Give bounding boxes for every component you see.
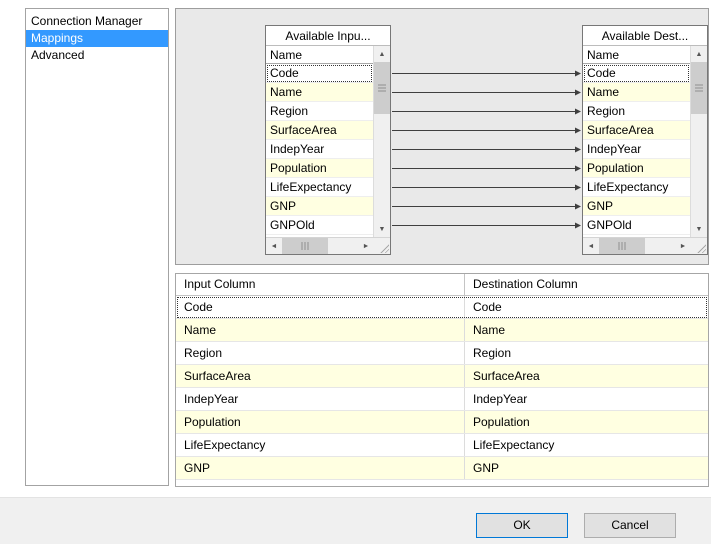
input-vscroll-track[interactable] <box>374 114 390 221</box>
resize-grip-icon <box>374 238 390 254</box>
destination-column-cell[interactable]: GNP <box>465 457 708 479</box>
available-destination-columns-box: Available Dest... Name CodeNameRegionSur… <box>582 25 708 255</box>
sidebar-item-advanced[interactable]: Advanced <box>26 47 168 64</box>
input-column-row[interactable]: IndepYear <box>266 140 373 159</box>
input-column-row[interactable]: SurfaceArea <box>266 121 373 140</box>
input-column-cell[interactable]: GNP <box>176 457 465 479</box>
resize-grip-icon <box>691 238 707 254</box>
scroll-left-icon[interactable]: ◄ <box>266 238 282 254</box>
available-destination-columns-title: Available Dest... <box>583 26 707 46</box>
input-column-row[interactable]: Region <box>266 102 373 121</box>
scroll-left-icon[interactable]: ◄ <box>583 238 599 254</box>
destination-column-cell[interactable]: Code <box>465 296 708 318</box>
destination-column-cell[interactable]: IndepYear <box>465 388 708 410</box>
scroll-up-icon[interactable]: ▲ <box>691 46 707 62</box>
destination-vscroll-track[interactable] <box>691 114 707 221</box>
mapping-row: CodeCode <box>176 296 708 319</box>
destination-columns-list: CodeNameRegionSurfaceAreaIndepYearPopula… <box>583 64 690 235</box>
scroll-right-icon[interactable]: ► <box>358 238 374 254</box>
destination-hscroll-thumb[interactable] <box>599 238 645 254</box>
mapping-table-header: Input Column Destination Column <box>176 274 708 296</box>
destination-column-row[interactable]: Name <box>583 83 690 102</box>
destination-column-cell[interactable]: LifeExpectancy <box>465 434 708 456</box>
input-horizontal-scrollbar[interactable]: ◄ ► <box>266 237 390 254</box>
mapping-line-arrowhead-icon <box>575 185 581 191</box>
destination-vscroll-thumb[interactable] <box>691 62 707 114</box>
scroll-down-icon[interactable]: ▼ <box>374 221 390 237</box>
destination-column-cell[interactable]: SurfaceArea <box>465 365 708 387</box>
destination-vertical-scrollbar[interactable]: ▲ ▼ <box>690 46 707 237</box>
settings-nav: Connection ManagerMappingsAdvanced <box>25 8 169 486</box>
destination-column-cell[interactable]: Name <box>465 319 708 341</box>
mapping-line-arrowhead-icon <box>575 128 581 134</box>
destination-column-row[interactable]: IndepYear <box>583 140 690 159</box>
mapping-line-arrowhead-icon <box>575 147 581 153</box>
scroll-down-icon[interactable]: ▼ <box>691 221 707 237</box>
destination-column-row[interactable]: Region <box>583 102 690 121</box>
input-column-cell[interactable]: LifeExpectancy <box>176 434 465 456</box>
input-hscroll-thumb[interactable] <box>282 238 328 254</box>
mapping-connectors <box>391 9 582 264</box>
input-column-row[interactable]: Code <box>266 64 373 83</box>
input-column-row[interactable]: LifeExpectancy <box>266 178 373 197</box>
input-column-row[interactable]: GNPOld <box>266 216 373 235</box>
input-name-column-header[interactable]: Name <box>266 46 373 64</box>
sidebar-item-mappings[interactable]: Mappings <box>26 30 168 47</box>
input-column-row[interactable]: Name <box>266 83 373 102</box>
mapping-line-arrowhead-icon <box>575 166 581 172</box>
mapping-table: Input Column Destination Column CodeCode… <box>175 273 709 487</box>
mapping-diagram: Available Inpu... Name CodeNameRegionSur… <box>175 8 709 265</box>
input-column-cell[interactable]: Region <box>176 342 465 364</box>
mapping-table-body: CodeCodeNameNameRegionRegionSurfaceAreaS… <box>176 296 708 480</box>
scroll-up-icon[interactable]: ▲ <box>374 46 390 62</box>
destination-column-cell[interactable]: Population <box>465 411 708 433</box>
input-vertical-scrollbar[interactable]: ▲ ▼ <box>373 46 390 237</box>
input-column-row[interactable]: Population <box>266 159 373 178</box>
cancel-button[interactable]: Cancel <box>584 513 676 538</box>
input-column-cell[interactable]: Population <box>176 411 465 433</box>
input-column-cell[interactable]: IndepYear <box>176 388 465 410</box>
mapping-row: RegionRegion <box>176 342 708 365</box>
destination-column-cell[interactable]: Region <box>465 342 708 364</box>
destination-name-column-header[interactable]: Name <box>583 46 690 64</box>
destination-column-row[interactable]: LifeExpectancy <box>583 178 690 197</box>
mapping-line-arrowhead-icon <box>575 204 581 210</box>
mapping-line-arrowhead-icon <box>575 90 581 96</box>
input-hscroll-track[interactable] <box>328 238 358 254</box>
input-vscroll-thumb[interactable] <box>374 62 390 114</box>
mapping-line-arrowhead-icon <box>575 71 581 77</box>
input-column-cell[interactable]: Code <box>176 296 465 318</box>
input-column-row[interactable]: GNP <box>266 197 373 216</box>
destination-hscroll-track[interactable] <box>645 238 675 254</box>
sidebar-item-connection-manager[interactable]: Connection Manager <box>26 13 168 30</box>
dialog-footer: OK Cancel <box>0 497 711 544</box>
destination-column-row[interactable]: Code <box>583 64 690 83</box>
available-input-columns-box: Available Inpu... Name CodeNameRegionSur… <box>265 25 391 255</box>
mapping-row: IndepYearIndepYear <box>176 388 708 411</box>
destination-column-header[interactable]: Destination Column <box>465 274 708 295</box>
destination-column-row[interactable]: Population <box>583 159 690 178</box>
mapping-row: SurfaceAreaSurfaceArea <box>176 365 708 388</box>
mapping-row: LifeExpectancyLifeExpectancy <box>176 434 708 457</box>
destination-column-row[interactable]: GNP <box>583 197 690 216</box>
ok-button[interactable]: OK <box>476 513 568 538</box>
destination-column-row[interactable]: SurfaceArea <box>583 121 690 140</box>
mapping-row: NameName <box>176 319 708 342</box>
destination-horizontal-scrollbar[interactable]: ◄ ► <box>583 237 707 254</box>
input-column-header[interactable]: Input Column <box>176 274 465 295</box>
scroll-right-icon[interactable]: ► <box>675 238 691 254</box>
available-input-columns-title: Available Inpu... <box>266 26 390 46</box>
mapping-row: PopulationPopulation <box>176 411 708 434</box>
destination-column-row[interactable]: GNPOld <box>583 216 690 235</box>
mapping-row: GNPGNP <box>176 457 708 480</box>
input-column-cell[interactable]: SurfaceArea <box>176 365 465 387</box>
mapping-line-arrowhead-icon <box>575 223 581 229</box>
input-column-cell[interactable]: Name <box>176 319 465 341</box>
input-columns-list: CodeNameRegionSurfaceAreaIndepYearPopula… <box>266 64 373 235</box>
mapping-line-arrowhead-icon <box>575 109 581 115</box>
